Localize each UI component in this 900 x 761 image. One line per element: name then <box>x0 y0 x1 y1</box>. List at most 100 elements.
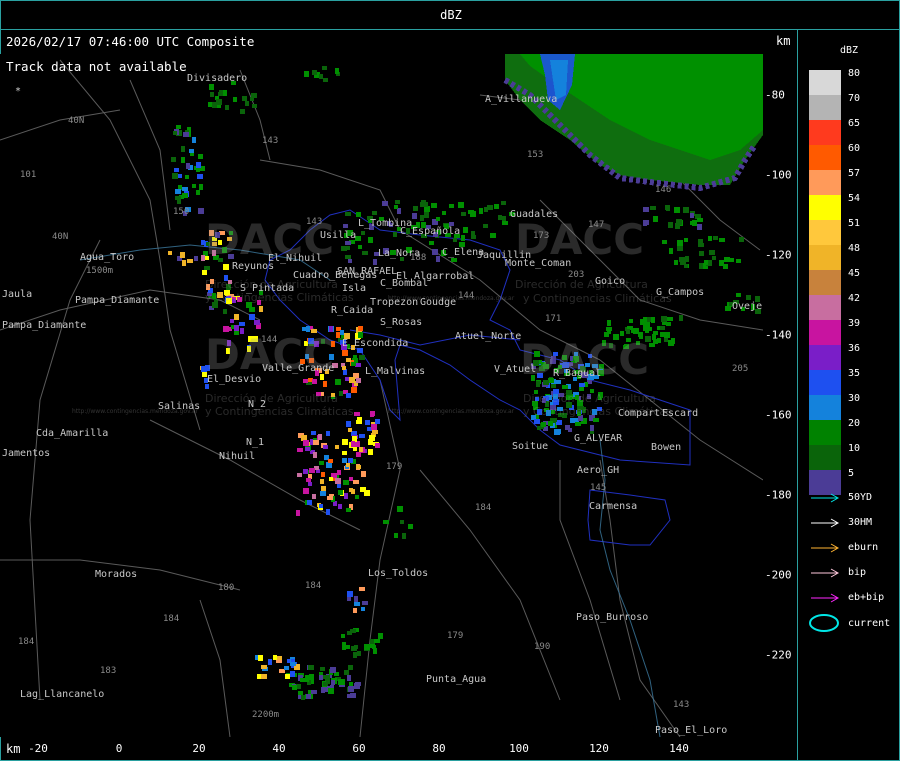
legend-label: 39 <box>848 318 861 329</box>
place-label: Pampa_Diamante <box>75 295 160 306</box>
place-label: Monte_Coman <box>505 258 572 269</box>
place-label: Isla <box>342 283 367 294</box>
place-label: N_1 <box>246 437 265 448</box>
y-tick-label: -120 <box>765 248 792 262</box>
place-label: Usilla <box>320 230 357 241</box>
legend-swatch <box>809 170 841 195</box>
place-label: Guadales <box>510 209 559 220</box>
place-label: Oveje <box>732 301 763 312</box>
place-label: Lag_Llancanelo <box>20 689 105 700</box>
legend-label: 65 <box>848 118 861 129</box>
legend-label: 10 <box>848 443 861 454</box>
legend-swatch <box>809 445 841 470</box>
legend-label: 36 <box>848 343 861 354</box>
legend-swatch <box>809 245 841 270</box>
legend-label: 57 <box>848 168 861 179</box>
legend-label: 5 <box>848 468 855 479</box>
place-label: G_Campos <box>656 287 705 298</box>
track-label: eb+bip <box>848 592 885 603</box>
place-label: G_ALVEAR <box>574 433 623 444</box>
timestamp-header: 2026/02/17 07:46:00 UTC Composite <box>6 34 255 49</box>
track-label: bip <box>848 567 867 578</box>
place-label: S_Rosas <box>380 317 423 328</box>
x-tick-label: 60 <box>352 742 366 755</box>
place-label: El_Desvio <box>207 374 262 385</box>
place-label: Goudge <box>420 297 457 308</box>
place-label: S_Pintada <box>240 283 295 294</box>
place-label: Pampa_Diamante <box>2 320 87 331</box>
place-label: N_2 <box>248 399 267 410</box>
legend-swatch <box>809 120 841 145</box>
track-label: 50YD <box>848 492 873 503</box>
place-label: Soitue <box>512 441 549 452</box>
legend-swatch <box>809 70 841 95</box>
place-label: R_Caida <box>331 305 374 316</box>
arrow-icon <box>811 568 840 578</box>
legend-swatch <box>809 320 841 345</box>
legend-label: 60 <box>848 143 861 154</box>
y-tick-label: -180 <box>765 488 792 502</box>
x-tick-label: 20 <box>192 742 206 755</box>
legend-label: 20 <box>848 418 861 429</box>
legend-title: dBZ <box>840 45 859 56</box>
legend-label: 42 <box>848 293 861 304</box>
y-tick-label: -100 <box>765 168 792 182</box>
x-tick-label: 120 <box>589 742 609 755</box>
legend-swatch <box>809 395 841 420</box>
legend-swatch <box>809 345 841 370</box>
y-axis-unit: km <box>776 34 791 48</box>
place-label: Tropezon <box>370 297 419 308</box>
place-label: C_Bombal <box>380 278 429 289</box>
legend-label: 70 <box>848 93 861 104</box>
legend-label: 45 <box>848 268 861 279</box>
legend-label: 51 <box>848 218 861 229</box>
legend-swatch <box>809 420 841 445</box>
x-tick-label: 80 <box>432 742 446 755</box>
y-tick-label: -160 <box>765 408 792 422</box>
place-label: C_Española <box>400 226 461 237</box>
place-label: Salinas <box>158 401 201 412</box>
place-label: Cda_Amarilla <box>36 428 109 439</box>
y-tick-label: -220 <box>765 648 792 662</box>
arrow-icon <box>811 543 840 553</box>
arrow-icon <box>811 593 840 603</box>
place-label: A_Villanueva <box>485 94 558 105</box>
place-label: Jaula <box>2 289 33 300</box>
legend-swatch <box>809 195 841 220</box>
track-label: current <box>848 618 891 629</box>
radar-site-icon: * <box>15 86 22 97</box>
place-label: Bowen <box>651 442 682 453</box>
place-label: Agua_Toro <box>80 252 135 263</box>
legend-label: 35 <box>848 368 861 379</box>
track-label: 30HM <box>848 517 873 528</box>
ellipse-icon <box>809 614 839 632</box>
arrow-icon <box>811 518 840 528</box>
legend-label: 80 <box>848 68 861 79</box>
legend-swatch <box>809 295 841 320</box>
track-status-message: Track data not available <box>6 59 187 74</box>
y-tick-label: -80 <box>765 88 785 102</box>
window-title: dBZ <box>440 8 462 22</box>
place-label: Aero_GH <box>577 465 620 476</box>
legend-swatch <box>809 270 841 295</box>
legend-label: 54 <box>848 193 861 204</box>
legend-swatch <box>809 145 841 170</box>
x-tick-label: 40 <box>272 742 286 755</box>
place-label: Morados <box>95 569 138 580</box>
place-label: Atuel_Norte <box>455 331 522 342</box>
place-label: Divisadero <box>187 73 248 84</box>
place-label: Jamentos <box>2 448 51 459</box>
place-label: Punta_Agua <box>426 674 487 685</box>
place-label: Los_Toldos <box>368 568 429 579</box>
legend-swatch <box>809 95 841 120</box>
place-label: El_Nihuil <box>268 253 323 264</box>
place-label: Paso_El_Loro <box>655 725 728 736</box>
x-tick-label: 100 <box>509 742 529 755</box>
legend-swatch <box>809 220 841 245</box>
place-label: Escard <box>662 408 699 419</box>
place-label: V_Atuel <box>494 364 537 375</box>
y-tick-label: -140 <box>765 328 792 342</box>
place-label: SAN_RAFAEL <box>337 266 398 277</box>
place-label: Nihuil <box>219 451 256 462</box>
x-tick-label: 0 <box>115 742 123 755</box>
